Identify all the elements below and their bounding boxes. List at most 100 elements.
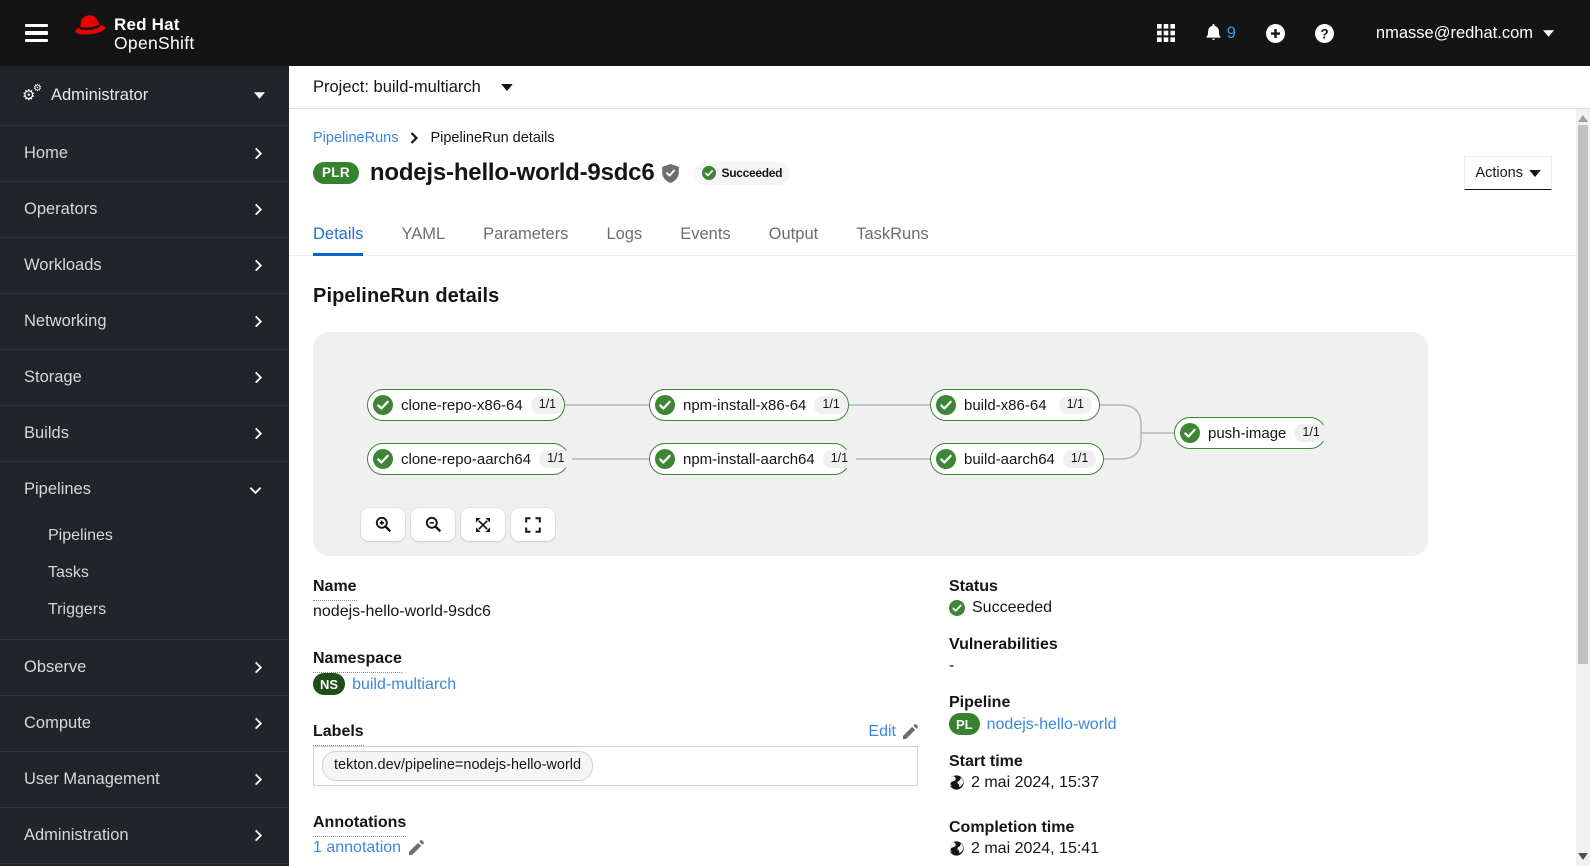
details-term-label: Pipeline: [949, 694, 1011, 711]
chevron-right-icon: [253, 258, 263, 273]
sidebar-item-compute[interactable]: Compute: [0, 696, 289, 751]
page-title-row: PLR nodejs-hello-world-9sdc6 Succeeded A…: [313, 155, 1552, 191]
nav-section: Operators: [0, 182, 289, 238]
details-item: Annotations 1 annotation: [313, 812, 918, 858]
question-circle-icon: ?: [1314, 23, 1334, 43]
task-node-clone-repo-aarch64[interactable]: clone-repo-aarch64 1/1: [367, 443, 573, 475]
details-term-completion-time: Completion time: [949, 817, 1554, 838]
caret-down-icon: [500, 83, 513, 91]
sidebar-item-label: Observe: [24, 658, 87, 676]
scrollbar-down-arrow[interactable]: [1578, 853, 1588, 861]
chevron-right-icon: [253, 146, 263, 161]
task-node-npm-install-x86-64[interactable]: npm-install-x86-64 1/1: [649, 389, 849, 421]
task-status-check-icon: [655, 395, 675, 415]
resource-link-nodejs-hello-world[interactable]: nodejs-hello-world: [987, 714, 1117, 735]
app-launcher-button[interactable]: [1156, 24, 1175, 42]
nav-section: Observe: [0, 640, 289, 696]
task-node-label: push-image: [1208, 424, 1287, 442]
pencil-icon: [409, 840, 425, 855]
plus-circle-icon: [1265, 23, 1285, 43]
resource-link-build-multiarch[interactable]: build-multiarch: [352, 674, 456, 695]
details-term-label: Status: [949, 578, 998, 595]
notifications-button[interactable]: 9: [1205, 24, 1236, 43]
brand-logo[interactable]: Red Hat OpenShift: [72, 14, 195, 52]
tab-events[interactable]: Events: [680, 225, 730, 256]
project-selector[interactable]: Project: build-multiarch: [313, 78, 513, 97]
zoom-out-button[interactable]: [411, 508, 455, 541]
details-value-completion-time: 2 mai 2024, 15:41: [949, 838, 1554, 859]
task-node-label: build-x86-64: [964, 396, 1047, 414]
sidebar-subitem-tasks[interactable]: Tasks: [0, 554, 289, 591]
sidebar-subitem-pipelines[interactable]: Pipelines: [0, 517, 289, 554]
details-value-pipeline: PL nodejs-hello-world: [949, 713, 1554, 735]
details-term-label: Completion time: [949, 819, 1075, 836]
nav-sublist: Pipelines Tasks Triggers: [0, 517, 289, 639]
nav-toggle-button[interactable]: [16, 13, 56, 53]
details-value-annotations: 1 annotation: [313, 837, 918, 858]
sidebar-item-operators[interactable]: Operators: [0, 182, 289, 237]
label-chip: tekton.dev/pipeline=nodejs-hello-world: [322, 751, 594, 781]
chevron-right-icon: [253, 772, 263, 787]
sidebar-item-label: Compute: [24, 714, 91, 732]
breadcrumb-link-pipelineruns[interactable]: PipelineRuns: [313, 130, 398, 146]
fit-to-screen-icon: [475, 517, 491, 533]
task-node-label: npm-install-aarch64: [683, 450, 815, 468]
task-node-clone-repo-x86-64[interactable]: clone-repo-x86-64 1/1: [367, 389, 565, 421]
annotations-link[interactable]: 1 annotation: [313, 837, 425, 858]
tab-yaml[interactable]: YAML: [401, 225, 445, 256]
tab-parameters[interactable]: Parameters: [483, 225, 568, 256]
details-item: Name nodejs-hello-world-9sdc6: [313, 576, 918, 622]
tab-logs[interactable]: Logs: [606, 225, 642, 256]
sidebar-item-user-management[interactable]: User Management: [0, 752, 289, 807]
task-node-steps-badge: 1/1: [1058, 396, 1092, 414]
zoom-in-button[interactable]: [361, 508, 405, 541]
sidebar-item-storage[interactable]: Storage: [0, 350, 289, 405]
sidebar-item-networking[interactable]: Networking: [0, 294, 289, 349]
globe-icon: [949, 775, 964, 790]
sidebar-item-home[interactable]: Home: [0, 126, 289, 181]
user-menu-button[interactable]: nmasse@redhat.com: [1376, 24, 1554, 43]
task-node-npm-install-aarch64[interactable]: npm-install-aarch64 1/1: [649, 443, 857, 475]
timestamp-text: 2 mai 2024, 15:41: [971, 840, 1100, 857]
fullscreen-button[interactable]: [511, 508, 555, 541]
sidebar-item-observe[interactable]: Observe: [0, 640, 289, 695]
task-node-steps-badge: 1/1: [822, 450, 857, 468]
chevron-right-icon: [253, 202, 263, 217]
help-button[interactable]: ?: [1314, 23, 1334, 43]
hamburger-icon: [24, 23, 48, 28]
tab-details[interactable]: Details: [313, 225, 364, 256]
sidebar-subitem-triggers[interactable]: Triggers: [0, 591, 289, 628]
sidebar-item-pipelines[interactable]: Pipelines: [0, 462, 289, 517]
task-node-build-aarch64[interactable]: build-aarch64 1/1: [930, 443, 1104, 475]
tab-taskruns[interactable]: TaskRuns: [856, 225, 928, 256]
details-term-label: Start time: [949, 753, 1023, 770]
sidebar-item-label: Operators: [24, 200, 98, 218]
details-term-namespace: Namespace: [313, 648, 918, 673]
tab-output[interactable]: Output: [769, 225, 819, 256]
fit-to-screen-button[interactable]: [461, 508, 505, 541]
details-term-labels: Labels Edit: [313, 721, 918, 746]
sidebar-item-builds[interactable]: Builds: [0, 406, 289, 461]
edit-labels-link[interactable]: Edit: [868, 721, 918, 742]
status-badge-label: Succeeded: [721, 166, 783, 180]
vertical-scrollbar[interactable]: [1576, 109, 1590, 866]
task-node-push-image[interactable]: push-image 1/1: [1174, 417, 1328, 449]
resource-badge-pl: PL: [949, 713, 980, 735]
task-node-build-x86-64[interactable]: build-x86-64 1/1: [930, 389, 1100, 421]
project-bar: Project: build-multiarch: [289, 66, 1590, 109]
scrollbar-thumb[interactable]: [1578, 125, 1588, 664]
details-item: Completion time 2 mai 2024, 15:41: [949, 817, 1554, 859]
status-badge: Succeeded: [694, 161, 791, 185]
project-selector-label: Project: build-multiarch: [313, 77, 481, 96]
sidebar-item-administration[interactable]: Administration: [0, 808, 289, 863]
details-item: Namespace NS build-multiarch: [313, 648, 918, 695]
globe-icon: [949, 841, 964, 856]
actions-button[interactable]: Actions: [1464, 156, 1552, 190]
perspective-switcher[interactable]: ⚙ ⚙ Administrator: [0, 66, 289, 126]
scrollbar-up-arrow[interactable]: [1578, 115, 1588, 123]
nav-section: Workloads: [0, 238, 289, 294]
sidebar-item-workloads[interactable]: Workloads: [0, 238, 289, 293]
import-button[interactable]: [1265, 23, 1285, 43]
task-node-label: npm-install-x86-64: [683, 396, 807, 414]
details-left-column: Name nodejs-hello-world-9sdc6 Namespace NS b…: [313, 576, 918, 866]
